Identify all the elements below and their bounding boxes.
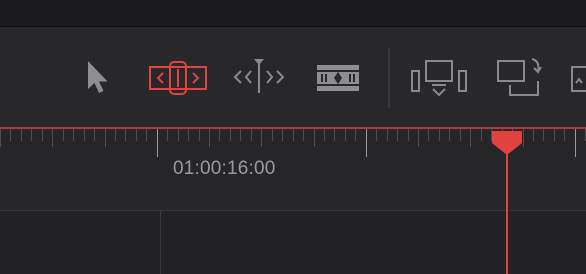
overwrite-clip-button[interactable]	[496, 55, 542, 99]
toolbar-divider	[388, 48, 390, 108]
blade-edit-mode-button[interactable]	[316, 63, 360, 93]
replace-clip-button[interactable]	[570, 61, 586, 97]
overwrite-clip-icon	[496, 55, 542, 99]
selection-mode-button[interactable]	[84, 59, 112, 95]
playhead-handle[interactable]	[490, 129, 524, 162]
timecode-marker-line	[160, 211, 161, 274]
timeline-toolbar	[0, 27, 586, 127]
top-panel-strip	[0, 0, 586, 26]
ruler-timecode-label: 01:00:16:00	[173, 158, 276, 179]
trim-edit-icon	[148, 59, 208, 97]
playhead-line[interactable]	[506, 146, 508, 274]
trim-edit-mode-button[interactable]	[148, 59, 208, 97]
arrow-cursor-icon	[84, 59, 112, 95]
dynamic-trim-icon	[232, 55, 286, 95]
blade-icon	[316, 63, 360, 93]
insert-clip-icon	[410, 59, 468, 101]
replace-clip-icon	[570, 61, 586, 97]
video-track[interactable]	[0, 211, 586, 274]
insert-clip-button[interactable]	[410, 59, 468, 101]
dynamic-trim-mode-button[interactable]	[232, 55, 286, 95]
